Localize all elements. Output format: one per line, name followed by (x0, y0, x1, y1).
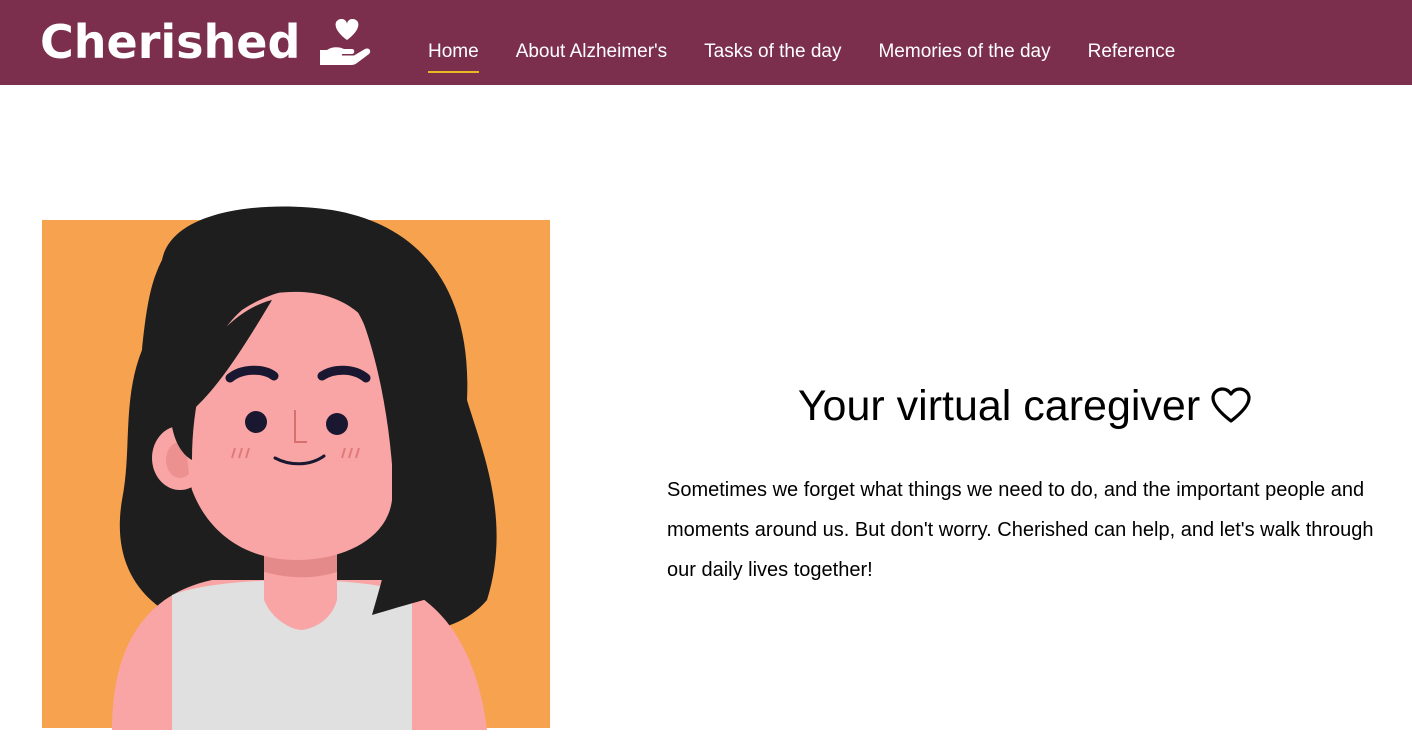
caregiver-portrait-illustration (42, 206, 550, 730)
hero-title: Your virtual caregiver (798, 378, 1252, 434)
nav-memories-of-the-day[interactable]: Memories of the day (878, 38, 1050, 70)
hero-title-text: Your virtual caregiver (797, 382, 1201, 430)
main-nav: Home About Alzheimer's Tasks of the day … (428, 38, 1212, 73)
nav-tasks-of-the-day[interactable]: Tasks of the day (704, 38, 841, 70)
brand-name: Cherished (40, 15, 301, 69)
hero-description: Sometimes we forget what things we need … (667, 479, 1374, 581)
hero-title-container: Your virtual caregiver (667, 378, 1383, 434)
nav-reference[interactable]: Reference (1088, 38, 1176, 70)
left-eye (245, 411, 267, 433)
navbar: Cherished Home About Alzheimer's Tasks o… (0, 0, 1412, 85)
right-eye (326, 413, 348, 435)
nav-about-alzheimers[interactable]: About Alzheimer's (516, 38, 667, 70)
heart-in-hand-icon (320, 18, 371, 65)
heart-outline-icon (1211, 387, 1251, 423)
brand-logo[interactable]: Cherished (40, 12, 376, 72)
nav-home[interactable]: Home (428, 38, 479, 73)
